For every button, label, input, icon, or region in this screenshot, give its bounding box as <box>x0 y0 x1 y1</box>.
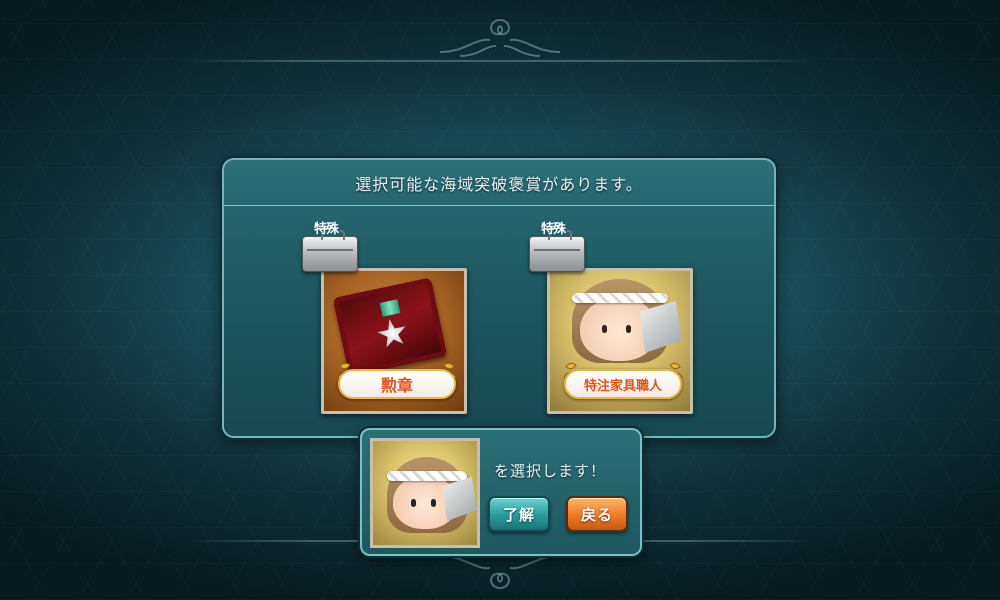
confirm-dialog: を選択します！ 了解 戻る <box>360 428 642 556</box>
eye-right <box>626 325 631 333</box>
ok-button[interactable]: 了解 <box>488 496 550 532</box>
selected-reward-thumbnail <box>370 438 480 548</box>
toolbox-icon <box>302 230 358 272</box>
confirm-message: を選択します！ <box>494 462 607 480</box>
special-toolbox-badge: 特殊 <box>300 218 362 274</box>
headband-icon <box>572 293 668 303</box>
back-button[interactable]: 戻る <box>566 496 628 532</box>
reward-name-craftsman: 特注家具職人 <box>564 369 682 399</box>
special-toolbox-badge: 特殊 <box>527 218 589 274</box>
headband-icon <box>387 471 467 481</box>
special-tag: 特殊 <box>314 222 339 237</box>
reward-card-medal[interactable]: 勲章 <box>321 268 467 414</box>
divider-top <box>185 60 815 62</box>
eye-left <box>602 325 607 333</box>
eye-right <box>431 499 436 507</box>
reward-name-medal: 勲章 <box>338 369 456 399</box>
reward-card-craftsman[interactable]: 特注家具職人 <box>547 268 693 414</box>
special-tag: 特殊 <box>541 222 566 237</box>
eye-left <box>411 499 416 507</box>
toolbox-icon <box>529 230 585 272</box>
dialog-title: 選択可能な海域突破褒賞があります。 <box>224 160 774 206</box>
ornament-top-icon <box>439 19 561 57</box>
